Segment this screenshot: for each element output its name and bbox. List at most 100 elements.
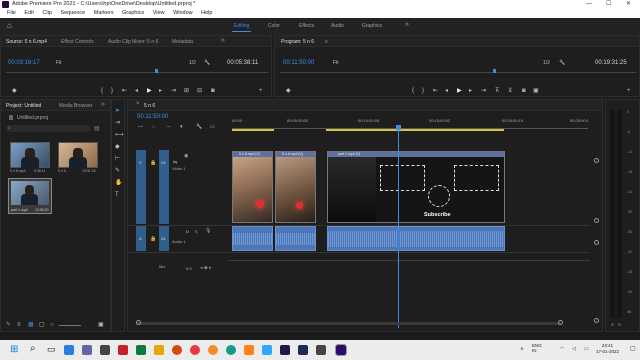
- workspace-editing[interactable]: Editing: [231, 23, 252, 32]
- add-marker-icon[interactable]: ▾: [180, 124, 183, 130]
- program-time-ruler[interactable]: [280, 72, 636, 73]
- mark-in-icon[interactable]: {: [101, 88, 103, 94]
- battery-icon[interactable]: ▭: [584, 346, 589, 352]
- workspace-effects[interactable]: Effects: [299, 23, 314, 29]
- source-timecode[interactable]: 00:03:16:17: [8, 60, 40, 66]
- program-settings-icon[interactable]: 🔧: [559, 60, 565, 66]
- settings-icon[interactable]: 🔧: [204, 60, 210, 66]
- program-marker-icon[interactable]: ◆: [286, 88, 291, 94]
- program-menu-icon[interactable]: ≡: [325, 39, 328, 45]
- timeline-close-icon[interactable]: ×: [136, 101, 140, 107]
- audio-lock-icon[interactable]: 🔒: [150, 236, 156, 242]
- photoshop-icon[interactable]: [262, 345, 272, 355]
- hand-tool-icon[interactable]: ✋: [115, 180, 122, 186]
- mark-out-icon[interactable]: }: [111, 88, 113, 94]
- volume-icon[interactable]: ◁: [572, 346, 576, 352]
- project-search-input[interactable]: ⌕: [6, 125, 90, 132]
- scrollbar-start-handle[interactable]: [136, 320, 141, 325]
- workspaces-overflow-icon[interactable]: »: [405, 21, 409, 28]
- video-clip[interactable]: 5 n 6.mp4 [V]: [232, 151, 273, 223]
- thumbnail-zoom-slider[interactable]: [59, 325, 81, 326]
- play-icon[interactable]: ▶: [147, 88, 152, 94]
- step-forward-icon[interactable]: ▸: [159, 88, 162, 94]
- go-to-out-icon[interactable]: ⇥: [171, 88, 176, 94]
- after-effects-icon[interactable]: [280, 345, 290, 355]
- program-play-icon[interactable]: ▶: [457, 88, 462, 94]
- timeline-zoom-scrollbar[interactable]: [137, 322, 561, 325]
- program-go-to-out-icon[interactable]: ⇥: [481, 88, 486, 94]
- video-clip[interactable]: 5 n 6.mp4 [V]: [275, 151, 316, 223]
- overwrite-icon[interactable]: ⊟: [197, 88, 202, 94]
- program-step-back-icon[interactable]: ◂: [445, 88, 448, 94]
- voiceover-record-icon[interactable]: 🎙: [205, 228, 211, 234]
- work-area-bar[interactable]: [232, 129, 274, 131]
- mute-button[interactable]: M: [186, 229, 189, 234]
- insert-sequence-icon[interactable]: ⊶: [138, 124, 143, 130]
- camera-icon[interactable]: ◙: [211, 88, 215, 94]
- tab-audio-clip-mixer[interactable]: Audio Clip Mixer: 5 n 6: [108, 39, 158, 45]
- icon-view-icon[interactable]: ▦: [28, 322, 34, 328]
- clock[interactable]: 23:41 17-01-2022: [596, 343, 619, 355]
- marker-icon[interactable]: ◆: [12, 88, 17, 94]
- app-icon[interactable]: [208, 345, 218, 355]
- tab-sequence[interactable]: 5 n 6: [144, 103, 155, 109]
- audio-clip[interactable]: [327, 226, 505, 251]
- insert-icon[interactable]: ⊞: [184, 88, 189, 94]
- audition-icon[interactable]: [298, 345, 308, 355]
- solo-button[interactable]: S: [195, 229, 198, 234]
- tray-chevron-icon[interactable]: ∧: [520, 346, 524, 352]
- app-icon[interactable]: [316, 345, 326, 355]
- project-item-selected[interactable]: part 1.mp4 13:58:20: [8, 178, 52, 214]
- vertical-scroll-handle[interactable]: [594, 240, 599, 245]
- program-timecode[interactable]: 00:11:50:00: [283, 60, 314, 66]
- source-resolution-dropdown[interactable]: 1/2: [189, 60, 196, 66]
- task-view-icon[interactable]: ▭: [47, 344, 56, 355]
- timeline-playhead-line[interactable]: [398, 130, 399, 328]
- new-item-icon[interactable]: ▣: [98, 322, 104, 328]
- firefox-icon[interactable]: [172, 345, 182, 355]
- menu-help[interactable]: Help: [201, 10, 212, 16]
- program-fit-dropdown[interactable]: Fit: [333, 60, 339, 66]
- workspace-color[interactable]: Color: [268, 23, 280, 29]
- toggle-output-icon[interactable]: ◉: [184, 153, 188, 159]
- tab-media-browser[interactable]: Media Browser: [59, 103, 92, 109]
- vertical-scroll-handle[interactable]: [594, 318, 599, 323]
- extract-icon[interactable]: ⊻: [508, 88, 512, 94]
- snap-icon[interactable]: ∩: [152, 124, 156, 130]
- lift-icon[interactable]: ⊼: [495, 88, 499, 94]
- slip-tool-icon[interactable]: ⊢: [115, 156, 120, 162]
- chrome-icon[interactable]: [190, 345, 200, 355]
- timeline-ruler[interactable]: 00:00 00:05:00:02 00:10:00:05 00:15:00:0…: [232, 114, 589, 132]
- mix-value[interactable]: 0.0: [186, 266, 192, 271]
- program-add-button-icon[interactable]: +: [627, 88, 631, 94]
- menu-edit[interactable]: Edit: [24, 10, 33, 16]
- program-mark-in-icon[interactable]: {: [412, 88, 414, 94]
- program-playhead[interactable]: [493, 69, 496, 73]
- mix-keyframe-nav-icon[interactable]: ◂ ◆ ▸: [200, 265, 212, 271]
- workspace-audio[interactable]: Audio: [331, 23, 344, 29]
- acrobat-icon[interactable]: [118, 345, 128, 355]
- step-back-icon[interactable]: ◂: [135, 88, 138, 94]
- write-protect-icon[interactable]: ✎: [6, 322, 11, 328]
- audio-clip[interactable]: [275, 226, 316, 251]
- premiere-pro-icon[interactable]: [335, 344, 347, 356]
- solo-right-button[interactable]: S: [618, 322, 621, 327]
- source-time-ruler[interactable]: [6, 72, 268, 73]
- teams-icon[interactable]: [82, 345, 92, 355]
- solo-left-button[interactable]: S: [611, 322, 614, 327]
- edge-icon[interactable]: [226, 345, 236, 355]
- scrollbar-end-handle[interactable]: [558, 320, 563, 325]
- menu-file[interactable]: File: [7, 10, 16, 16]
- timeline-timecode[interactable]: 00:11:50:00: [137, 114, 168, 120]
- export-frame-icon[interactable]: ◙: [522, 88, 526, 94]
- program-resolution-dropdown[interactable]: 1/2: [543, 60, 550, 66]
- close-button[interactable]: ✕: [626, 0, 631, 9]
- comparison-view-icon[interactable]: ▣: [533, 88, 539, 94]
- captions-icon[interactable]: ▭: [210, 124, 215, 130]
- track-select-tool-icon[interactable]: ⇥: [115, 120, 120, 126]
- audio-clip[interactable]: [232, 226, 273, 251]
- media-player-icon[interactable]: [100, 345, 110, 355]
- windows-start-icon[interactable]: ⊞: [10, 344, 18, 355]
- search-taskbar-icon[interactable]: ⌕: [30, 343, 36, 354]
- tab-source[interactable]: Source: 5 n 6.mp4: [6, 39, 47, 45]
